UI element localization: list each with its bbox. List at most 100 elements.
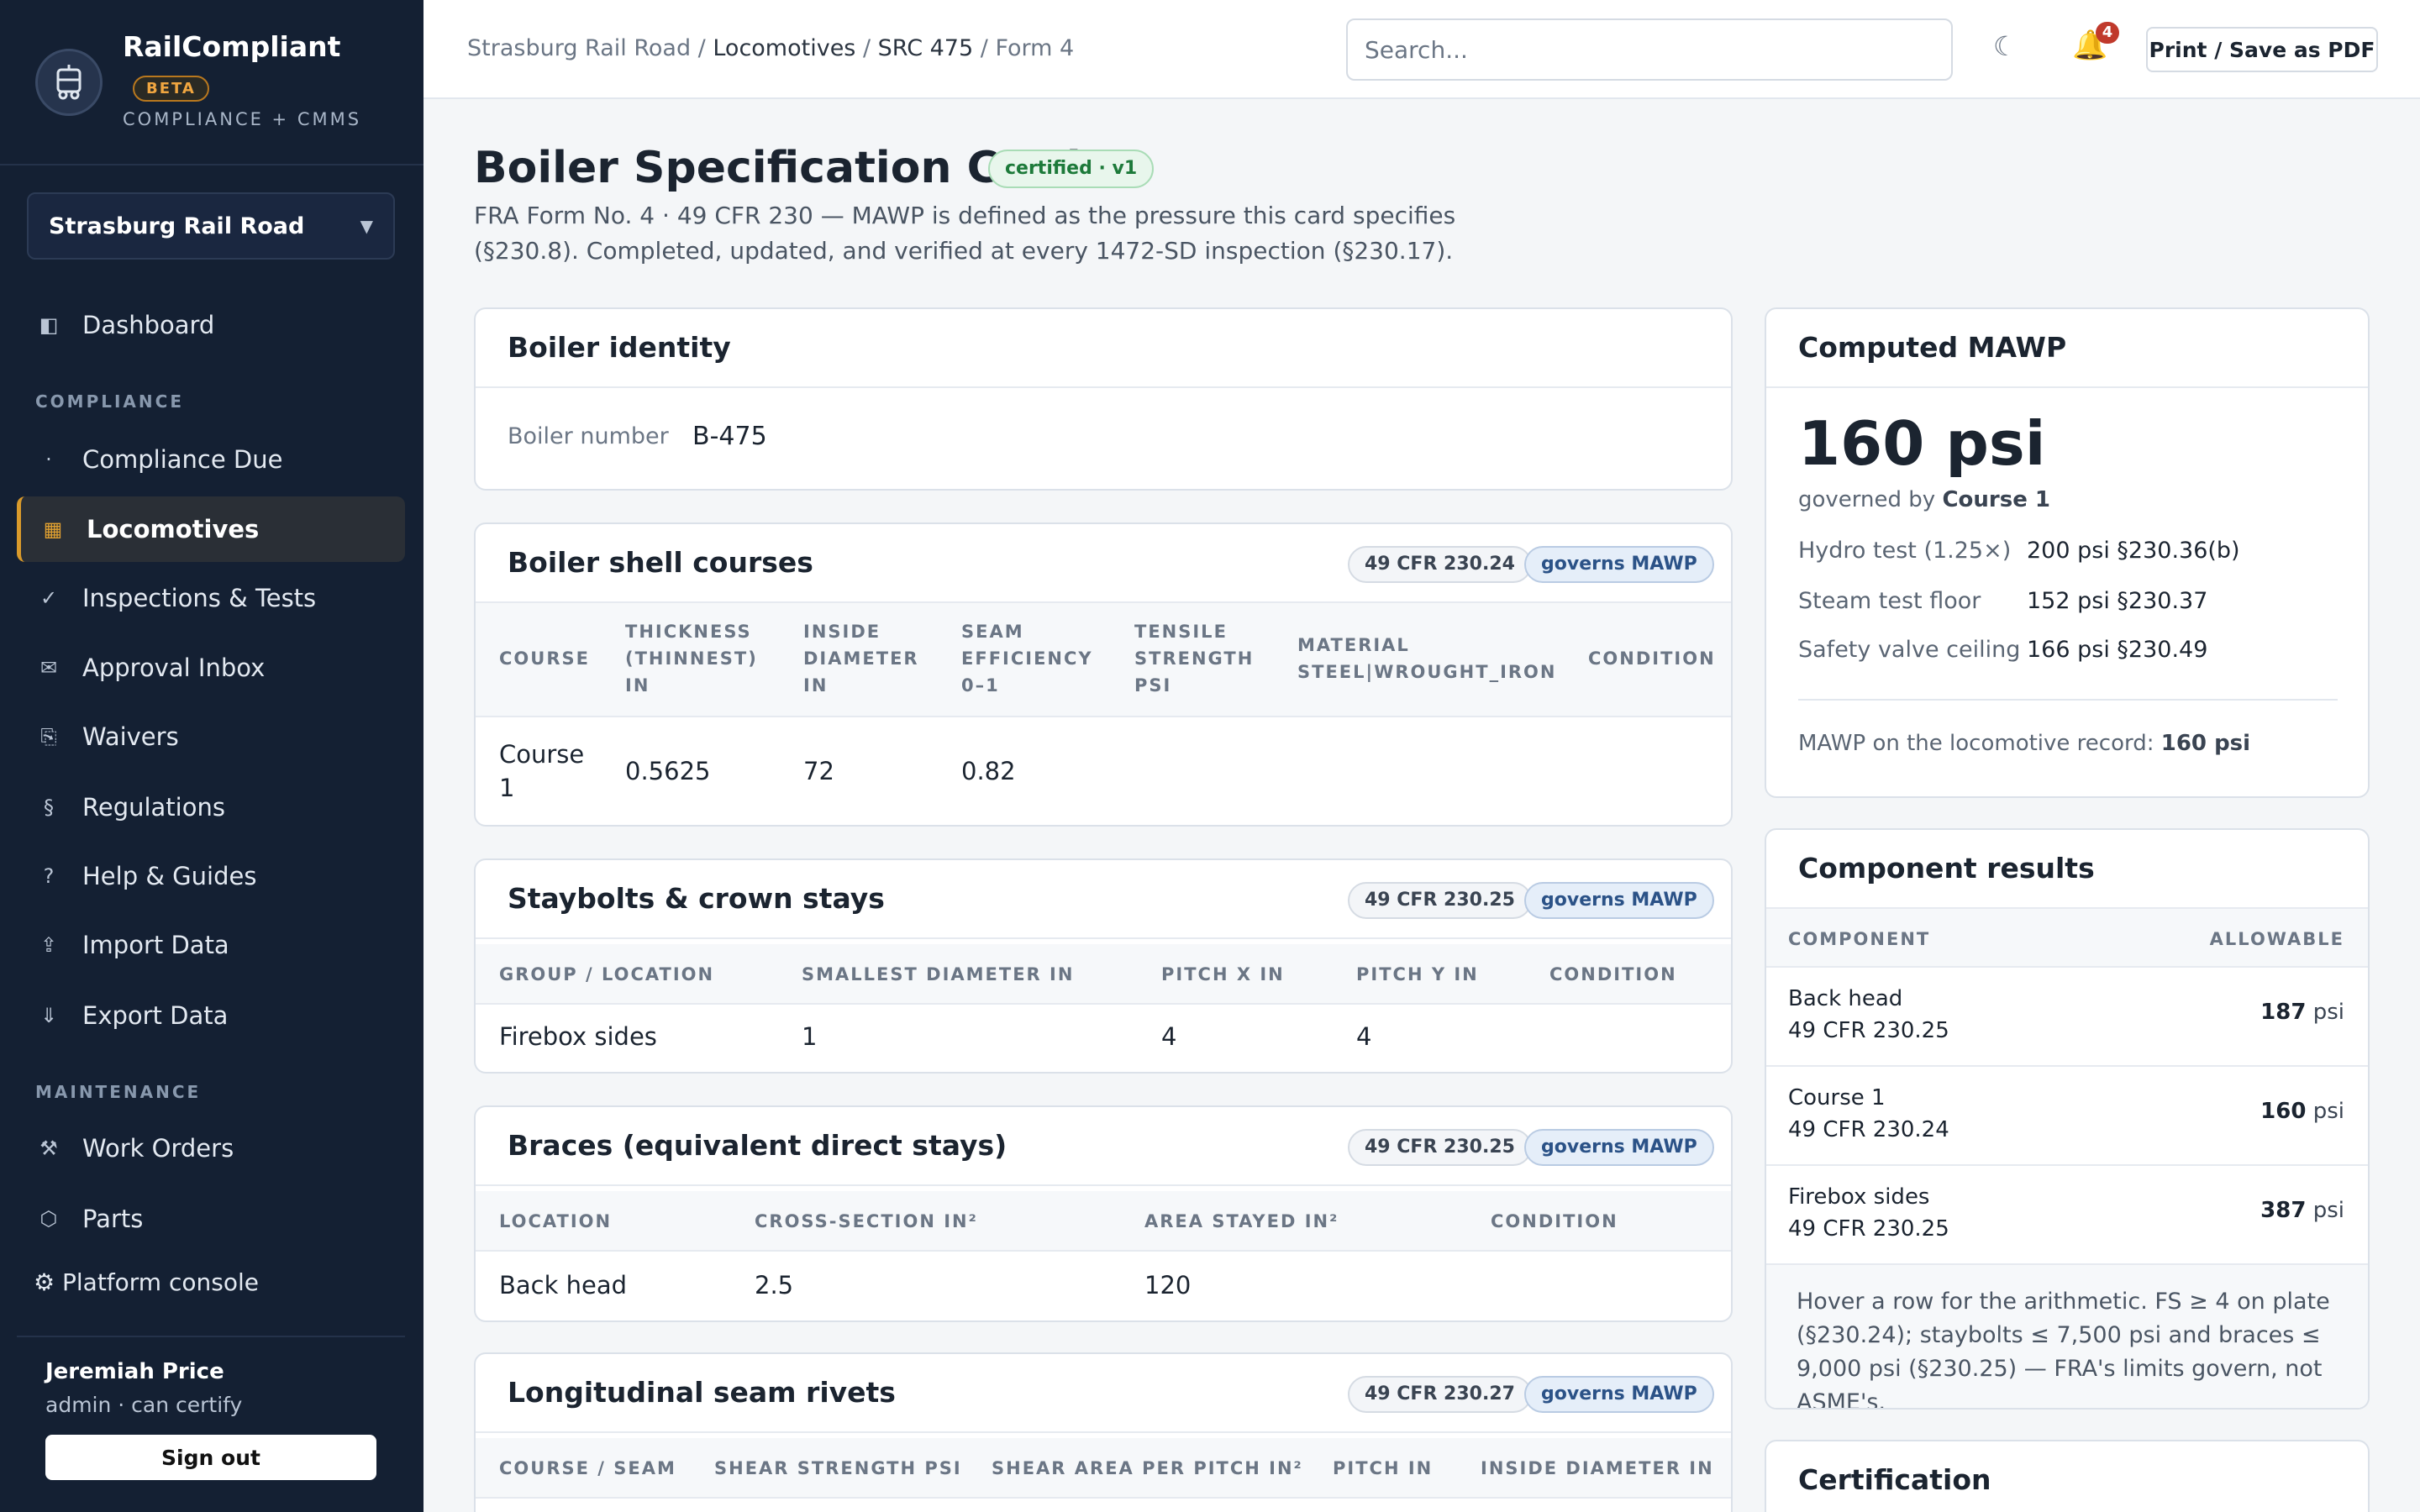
- breadcrumb-org[interactable]: Strasburg Rail Road: [467, 35, 691, 61]
- table-cell: 0.5625: [625, 757, 711, 785]
- component-results-card: Component results COMPONENT ALLOWABLE Ba…: [1765, 828, 2370, 1410]
- nav-export[interactable]: ⇓ Export Data: [17, 983, 405, 1048]
- breadcrumb-locomotive[interactable]: SRC 475: [878, 35, 974, 61]
- component-allowable: 187 psi: [2260, 1000, 2344, 1025]
- component-note: Hover a row for the arithmetic. FS ≥ 4 o…: [1766, 1265, 2368, 1408]
- table-header: COMPONENT ALLOWABLE: [1766, 909, 2368, 968]
- record-prefix: MAWP on the locomotive record:: [1798, 731, 2161, 756]
- search-input[interactable]: [1346, 18, 1953, 81]
- platform-console-link[interactable]: ⚙ Platform console: [34, 1268, 259, 1296]
- column-header: CONDITION: [1491, 1211, 1618, 1231]
- card-header: Boiler shell courses 49 CFR 230.24 gover…: [476, 524, 1731, 603]
- nav-import[interactable]: ⇪ Import Data: [17, 912, 405, 978]
- sign-out-button[interactable]: Sign out: [45, 1435, 376, 1480]
- envelope-icon: ✉: [39, 656, 58, 680]
- nav-waivers[interactable]: ⎘ Waivers: [17, 704, 405, 769]
- breadcrumb-sep: /: [973, 35, 996, 61]
- notification-count-badge: 4: [2096, 22, 2119, 44]
- allowable-number: 187: [2260, 1000, 2307, 1025]
- moon-icon[interactable]: ☾: [1993, 30, 2018, 62]
- table-header: GROUP / LOCATION SMALLEST DIAMETER IN PI…: [476, 944, 1731, 1005]
- nav-locomotives[interactable]: ▦ Locomotives: [17, 496, 405, 562]
- column-header: TENSILE STRENGTH PSI: [1134, 622, 1255, 696]
- nav-inspections-label: Inspections & Tests: [82, 584, 317, 612]
- nav-compliance-due[interactable]: · Compliance Due: [17, 427, 405, 492]
- card-header: Boiler identity: [476, 309, 1731, 388]
- hydro-test-value: 200 psi §230.36(b): [2027, 538, 2240, 564]
- column-header: LOCATION: [499, 1211, 613, 1231]
- card-title: Certification: [1798, 1463, 1991, 1496]
- safety-valve-label: Safety valve ceiling: [1798, 637, 2021, 663]
- nav-approval-inbox[interactable]: ✉ Approval Inbox: [17, 635, 405, 701]
- staybolts-card: Staybolts & crown stays 49 CFR 230.25 go…: [474, 858, 1733, 1074]
- cfr-tag: 49 CFR 230.25: [1348, 1129, 1532, 1166]
- computed-mawp-card: Computed MAWP 160 psi governed by Course…: [1765, 307, 2370, 798]
- column-header: AREA STAYED IN²: [1144, 1211, 1339, 1231]
- breadcrumb-locomotives[interactable]: Locomotives: [713, 35, 855, 61]
- nav-dashboard[interactable]: ◧ Dashboard: [17, 292, 405, 358]
- table-row[interactable]: Course 1 49 CFR 230.24 160 psi: [1766, 1067, 2368, 1166]
- table-cell: 0.82: [961, 757, 1016, 785]
- card-header: Component results: [1766, 830, 2368, 909]
- nav-work-orders-label: Work Orders: [82, 1134, 234, 1163]
- nav-compliance-due-label: Compliance Due: [82, 445, 283, 474]
- column-header: PITCH X IN: [1161, 964, 1285, 984]
- nav-inspections[interactable]: ✓ Inspections & Tests: [17, 565, 405, 631]
- cfr-tag: 49 CFR 230.27: [1348, 1376, 1532, 1413]
- hydro-test-label: Hydro test (1.25×): [1798, 538, 2012, 564]
- org-selector[interactable]: Strasburg Rail Road ▼: [27, 192, 395, 260]
- section-icon: §: [44, 795, 54, 819]
- cfr-tag: 49 CFR 230.24: [1348, 546, 1532, 583]
- component-label: Course 1: [1788, 1085, 1886, 1110]
- nav-work-orders[interactable]: ⚒ Work Orders: [17, 1116, 405, 1181]
- nav-approval-inbox-label: Approval Inbox: [82, 654, 266, 682]
- boiler-number-label: Boiler number: [508, 423, 669, 449]
- status-badge: certified · v1: [988, 150, 1155, 188]
- mawp-value: 160 psi: [1798, 408, 2046, 479]
- card-title: Staybolts & crown stays: [508, 882, 885, 915]
- cfr-tag: 49 CFR 230.25: [1348, 882, 1532, 919]
- org-name: Strasburg Rail Road: [49, 213, 305, 239]
- table-row[interactable]: Firebox sides 49 CFR 230.25 387 psi: [1766, 1166, 2368, 1265]
- column-header: SEAM EFFICIENCY 0–1: [961, 622, 1093, 696]
- table-header: COURSE THICKNESS (THINNEST) IN INSIDE DI…: [476, 603, 1731, 717]
- boiler-number-value[interactable]: B-475: [692, 422, 767, 451]
- app-subtitle: COMPLIANCE + CMMS: [123, 109, 362, 129]
- component-name: Firebox sides 49 CFR 230.25: [1788, 1181, 1949, 1245]
- component-name: Course 1 49 CFR 230.24: [1788, 1082, 1949, 1146]
- page-subtitle: FRA Form No. 4 · 49 CFR 230 — MAWP is de…: [474, 202, 1456, 265]
- grid-icon: ▦: [43, 517, 63, 541]
- nav-help[interactable]: ? Help & Guides: [17, 843, 405, 909]
- column-header: INSIDE DIAMETER IN: [803, 622, 919, 696]
- nav-export-label: Export Data: [82, 1001, 229, 1030]
- column-header: THICKNESS (THINNEST) IN: [625, 622, 758, 696]
- table-header: COURSE / SEAM SHEAR STRENGTH PSI SHEAR A…: [476, 1438, 1731, 1499]
- card-title: Computed MAWP: [1798, 331, 2067, 364]
- column-header: PITCH IN: [1333, 1458, 1434, 1478]
- component-label: Firebox sides: [1788, 1184, 1930, 1210]
- nav-waivers-label: Waivers: [82, 722, 179, 751]
- governing-component: Course 1: [1942, 487, 2050, 512]
- column-header: CROSS-SECTION IN²: [755, 1211, 978, 1231]
- card-title: Longitudinal seam rivets: [508, 1376, 896, 1409]
- question-icon: ?: [43, 864, 55, 888]
- user-role: admin · can certify: [45, 1393, 243, 1417]
- table-cell: Course 1: [499, 740, 585, 802]
- steam-test-label: Steam test floor: [1798, 588, 1981, 614]
- dashboard-icon: ◧: [39, 313, 59, 337]
- breadcrumb: Strasburg Rail Road / Locomotives / SRC …: [467, 35, 1074, 61]
- component-cfr: 49 CFR 230.24: [1788, 1117, 1949, 1142]
- nav-regulations[interactable]: § Regulations: [17, 774, 405, 840]
- tools-icon: ⚒: [39, 1137, 58, 1160]
- shell-courses-card: Boiler shell courses 49 CFR 230.24 gover…: [474, 522, 1733, 827]
- breadcrumb-current: Form 4: [995, 35, 1075, 61]
- nav-parts[interactable]: ⬡ Parts: [17, 1186, 405, 1252]
- column-header: ALLOWABLE: [2209, 929, 2344, 949]
- table-row[interactable]: Back head 49 CFR 230.25 187 psi: [1766, 968, 2368, 1067]
- governs-tag: governs MAWP: [1524, 1129, 1714, 1166]
- nav-section-maintenance: MAINTENANCE: [35, 1082, 202, 1102]
- print-button[interactable]: Print / Save as PDF: [2146, 27, 2378, 72]
- column-header: PITCH Y IN: [1356, 964, 1479, 984]
- column-header: INSIDE DIAMETER IN: [1481, 1458, 1714, 1478]
- table-cell: 120: [1144, 1271, 1192, 1299]
